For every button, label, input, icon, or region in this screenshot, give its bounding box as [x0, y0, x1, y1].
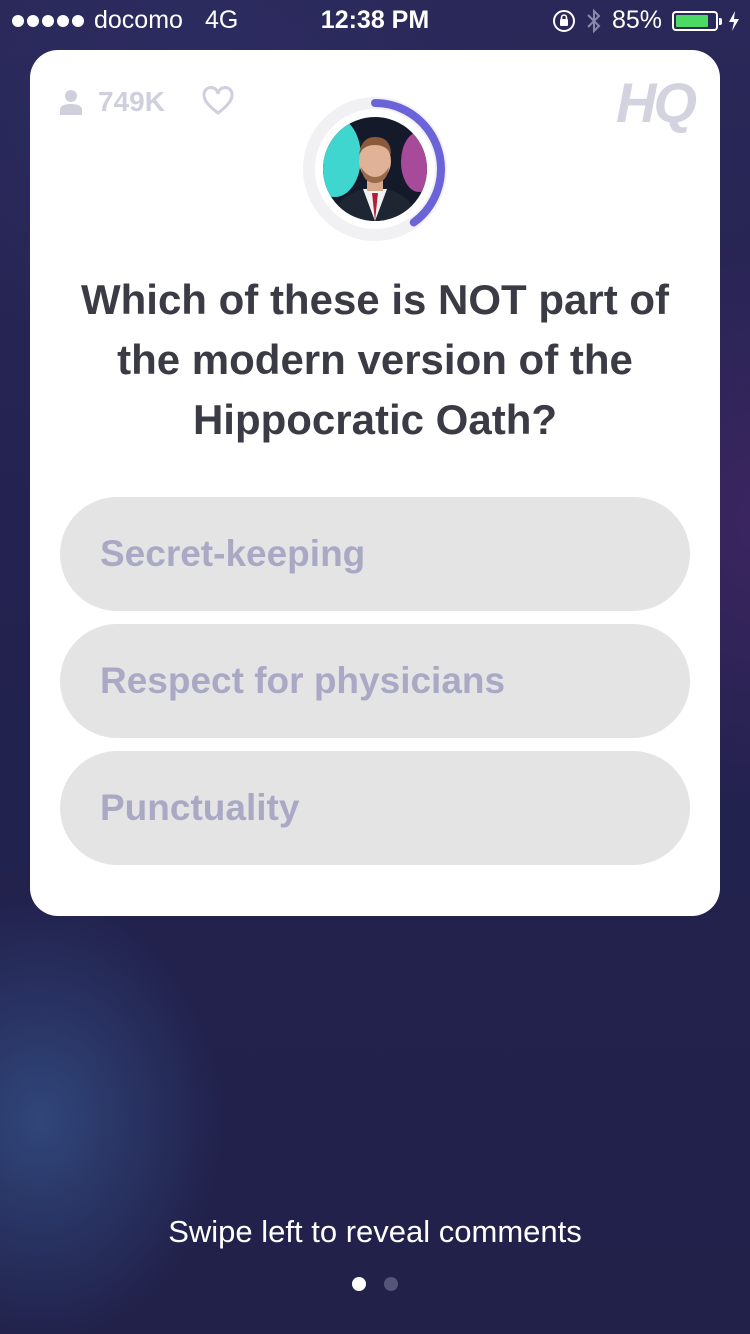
lock-rotation-icon: [552, 9, 575, 32]
viewer-count-value: 749K: [98, 86, 165, 117]
page-indicator[interactable]: [0, 1277, 750, 1291]
charging-icon: [729, 10, 739, 31]
question-text: Which of these is NOT part of the modern…: [80, 276, 670, 443]
swipe-hint: Swipe left to reveal comments: [168, 1214, 582, 1249]
battery-icon: [672, 10, 722, 31]
bluetooth-icon: [587, 8, 601, 33]
question-card: 749K HQ Which of these is NOT part of th…: [30, 50, 720, 916]
status-bar: docomo 4G 12:38 PM 85%: [0, 0, 750, 40]
hq-logo: HQ: [616, 71, 697, 134]
host-avatar: [323, 117, 427, 221]
heart-icon[interactable]: [202, 86, 234, 116]
page-dot-1[interactable]: [352, 1277, 366, 1291]
person-icon: [60, 90, 82, 115]
status-right: 85%: [552, 6, 740, 35]
answer-option-1[interactable]: Secret-keeping: [60, 497, 690, 611]
battery-fill: [676, 14, 709, 27]
answer-option-3[interactable]: Punctuality: [60, 751, 690, 865]
page-dot-2[interactable]: [384, 1277, 398, 1291]
host-timer: [302, 96, 448, 242]
answer-option-2[interactable]: Respect for physicians: [60, 624, 690, 738]
viewer-count: 749K: [60, 86, 165, 118]
battery-percent: 85%: [611, 6, 662, 34]
